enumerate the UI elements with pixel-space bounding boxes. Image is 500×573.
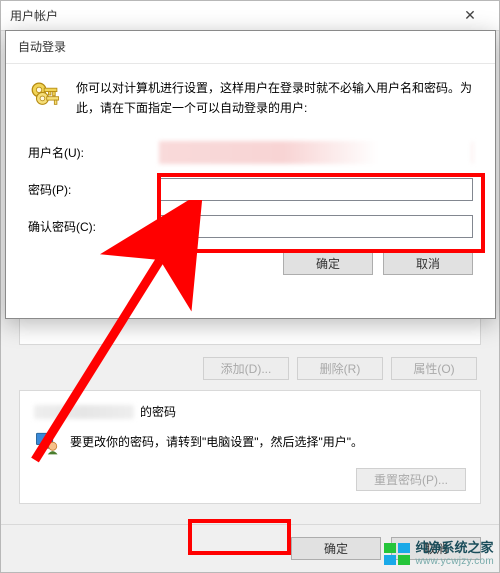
watermark-text: 纯净系统之家 www.ycwjzy.com (416, 541, 494, 567)
close-icon[interactable]: ✕ (450, 7, 490, 24)
password-section-body: 要更改你的密码，请转到"电脑设置"，然后选择"用户"。 (34, 430, 466, 456)
watermark-line1: 纯净系统之家 (416, 541, 494, 556)
outer-window-title: 用户帐户 (10, 7, 58, 24)
confirm-password-input[interactable] (158, 215, 473, 238)
password-input[interactable] (158, 178, 473, 201)
watermark: 纯净系统之家 www.ycwjzy.com (384, 541, 494, 567)
auto-login-dialog: 自动登录 你可以对计算机进行设置，这样用户在登录时就不必输入用户名和密码。为此，… (5, 30, 496, 319)
password-section-title: 的密码 (34, 403, 466, 420)
user-monitor-icon (34, 430, 60, 456)
watermark-logo-icon (384, 543, 410, 565)
intro-row: 你可以对计算机进行设置，这样用户在登录时就不必输入用户名和密码。为此，请在下面指… (28, 78, 473, 119)
outer-ok-button[interactable]: 确定 (291, 537, 381, 560)
properties-button[interactable]: 属性(O) (391, 357, 477, 380)
password-label: 密码(P): (28, 181, 158, 198)
inner-dialog-buttons: 确定 取消 (28, 252, 473, 275)
password-hint-text: 要更改你的密码，请转到"电脑设置"，然后选择"用户"。 (70, 432, 363, 454)
username-value-redacted (158, 141, 473, 164)
password-row: 密码(P): (28, 178, 473, 201)
remove-button[interactable]: 删除(R) (297, 357, 383, 380)
outer-titlebar: 用户帐户 ✕ (1, 1, 499, 31)
confirm-row: 确认密码(C): (28, 215, 473, 238)
confirm-label: 确认密码(C): (28, 218, 158, 235)
watermark-line2: www.ycwjzy.com (416, 556, 494, 568)
reset-password-button[interactable]: 重置密码(P)... (356, 468, 466, 491)
inner-ok-button[interactable]: 确定 (283, 252, 373, 275)
inner-dialog-body: 你可以对计算机进行设置，这样用户在登录时就不必输入用户名和密码。为此，请在下面指… (6, 64, 495, 287)
password-title-suffix: 的密码 (140, 403, 176, 420)
username-label: 用户名(U): (28, 144, 158, 161)
keys-icon (28, 78, 62, 112)
redacted-username (34, 405, 134, 419)
username-row: 用户名(U): (28, 141, 473, 164)
inner-cancel-button[interactable]: 取消 (383, 252, 473, 275)
add-button[interactable]: 添加(D)... (203, 357, 289, 380)
inner-dialog-title: 自动登录 (6, 31, 495, 64)
password-section: 的密码 要更改你的密码，请转到"电脑设置"，然后选择"用户"。 重置密码(P).… (19, 390, 481, 504)
user-list-buttons: 添加(D)... 删除(R) 属性(O) (19, 345, 481, 390)
intro-text: 你可以对计算机进行设置，这样用户在登录时就不必输入用户名和密码。为此，请在下面指… (76, 78, 473, 119)
